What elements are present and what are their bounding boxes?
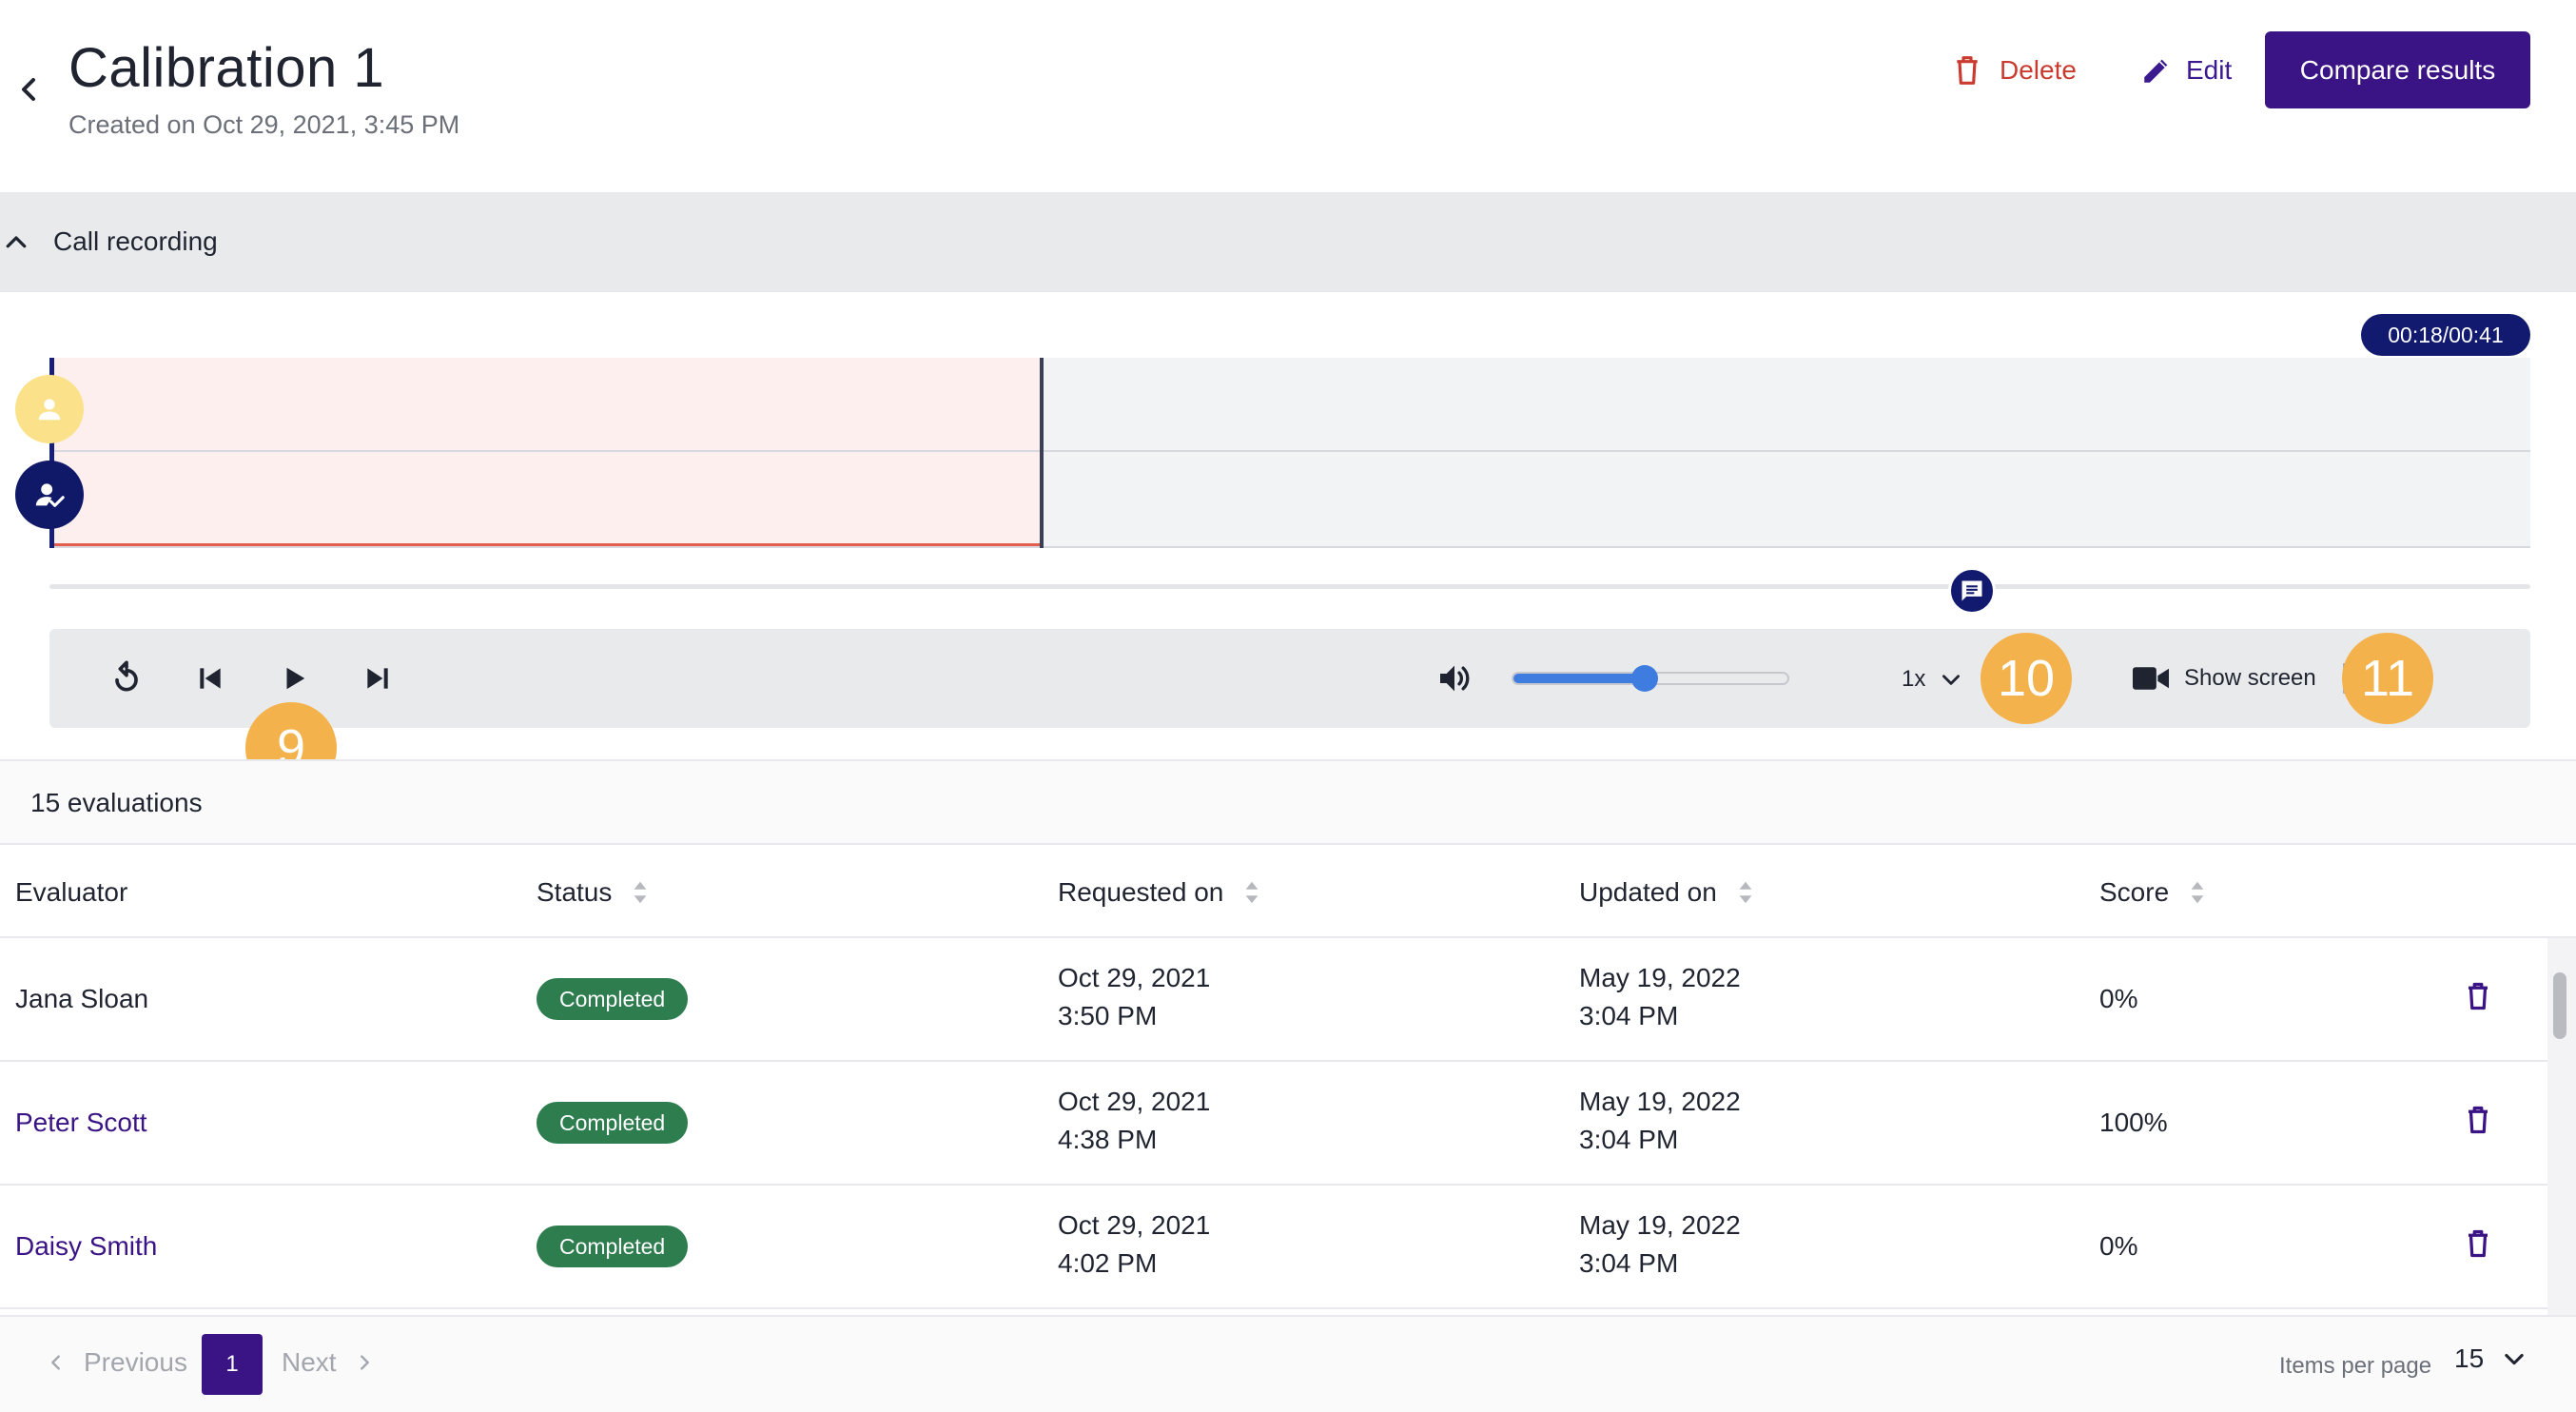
next-label: Next — [282, 1347, 337, 1377]
call-recording-section-header[interactable]: Call recording — [0, 192, 2576, 292]
sort-icon — [1245, 881, 1259, 904]
replay-button[interactable] — [103, 655, 150, 702]
requested-on: Oct 29, 2021 3:50 PM — [1058, 963, 1211, 1030]
waveform-played-region — [49, 358, 1043, 546]
created-date: Created on Oct 29, 2021, 3:45 PM — [68, 110, 460, 139]
evaluator-name[interactable]: Jana Sloan — [15, 980, 148, 1018]
back-button[interactable] — [10, 70, 48, 108]
waveform-channel-divider — [49, 450, 2530, 452]
section-title: Call recording — [53, 226, 218, 256]
show-screen-button[interactable]: Show screen — [2133, 657, 2316, 699]
table-header: Evaluator Status Requested on Updated on… — [0, 845, 2576, 938]
trash-icon — [2469, 1106, 2488, 1134]
pagination-bar: Previous 1 Next Items per page 15 — [0, 1315, 2576, 1412]
person-icon — [38, 399, 61, 421]
sort-icon — [2191, 881, 2204, 904]
sort-icon — [1739, 881, 1752, 904]
status-badge: Completed — [537, 1102, 689, 1144]
evaluations-count: 15 evaluations — [30, 788, 203, 817]
edit-button[interactable]: Edit — [2140, 46, 2232, 95]
waveform-baseline — [49, 546, 2530, 548]
evaluations-summary: 15 evaluations — [0, 759, 2576, 845]
volume-fill — [1513, 674, 1646, 683]
previous-page-button[interactable]: Previous — [46, 1347, 187, 1378]
play-button[interactable] — [270, 655, 318, 702]
column-header-score[interactable]: Score — [2099, 877, 2205, 908]
skip-next-icon — [367, 668, 388, 689]
delete-label: Delete — [2000, 55, 2077, 85]
table-row: Jana Sloan Completed Oct 29, 2021 3:50 PM… — [0, 938, 2576, 1062]
previous-label: Previous — [84, 1347, 187, 1377]
chevron-left-icon — [51, 1355, 60, 1370]
delete-evaluation-button[interactable] — [2464, 1227, 2502, 1267]
edit-label: Edit — [2186, 55, 2233, 85]
skip-next-button[interactable] — [354, 655, 401, 702]
person-check-icon — [35, 483, 65, 507]
table-scrollbar[interactable] — [2547, 938, 2576, 1315]
items-per-page-value: 15 — [2454, 1343, 2485, 1373]
status-badge: Completed — [537, 1226, 689, 1267]
comment-marker[interactable] — [1948, 567, 1996, 615]
next-page-button[interactable]: Next — [282, 1347, 375, 1378]
replay-icon — [115, 660, 138, 692]
playback-speed-select[interactable]: 1x — [1902, 660, 1963, 698]
skip-previous-icon — [200, 668, 221, 689]
trash-icon — [1957, 56, 1978, 85]
column-header-requested-on[interactable]: Requested on — [1058, 877, 1259, 908]
scrollbar-thumb[interactable] — [2553, 972, 2566, 1039]
score: 0% — [2099, 1231, 2138, 1261]
comment-icon — [1961, 580, 1982, 601]
items-per-page-select[interactable]: 15 — [2454, 1343, 2527, 1374]
delete-button[interactable]: Delete — [1952, 46, 2077, 95]
score: 100% — [2099, 1108, 2168, 1137]
evaluations-table: Evaluator Status Requested on Updated on… — [0, 845, 2576, 1309]
updated-on: May 19, 2022 3:04 PM — [1579, 1087, 1741, 1154]
compare-results-button[interactable]: Compare results — [2265, 31, 2530, 108]
volume-thumb[interactable] — [1631, 665, 1659, 692]
player-controls: 1x Show screen — [49, 629, 2530, 728]
status-badge: Completed — [537, 978, 689, 1020]
chevron-up-icon[interactable] — [2, 228, 30, 257]
page-number-button[interactable]: 1 — [202, 1334, 263, 1395]
play-icon — [286, 667, 305, 690]
trash-icon — [2469, 1229, 2488, 1258]
waveform[interactable] — [49, 358, 2530, 548]
customer-avatar — [15, 375, 84, 443]
column-header-status[interactable]: Status — [537, 877, 648, 908]
items-per-page-label: Items per page — [2279, 1353, 2432, 1379]
timeline-track[interactable] — [49, 584, 2530, 589]
evaluator-name[interactable]: Daisy Smith — [15, 1227, 157, 1265]
requested-on: Oct 29, 2021 4:38 PM — [1058, 1087, 1211, 1154]
delete-evaluation-button[interactable] — [2464, 1104, 2502, 1144]
requested-on: Oct 29, 2021 4:02 PM — [1058, 1210, 1211, 1278]
updated-on: May 19, 2022 3:04 PM — [1579, 1210, 1741, 1278]
skip-previous-button[interactable] — [186, 655, 234, 702]
table-row: Peter Scott Completed Oct 29, 2021 4:38 P… — [0, 1062, 2576, 1186]
pencil-icon — [2144, 59, 2168, 83]
callout-badge-11: 11 — [2342, 633, 2433, 724]
playhead[interactable] — [1040, 358, 1044, 548]
sort-icon — [634, 881, 647, 904]
chevron-down-icon — [1942, 675, 1961, 685]
evaluator-name[interactable]: Peter Scott — [15, 1104, 147, 1142]
column-header-evaluator[interactable]: Evaluator — [15, 877, 127, 908]
video-camera-icon — [2133, 667, 2169, 690]
speed-value: 1x — [1902, 666, 1926, 692]
volume-icon — [1440, 665, 1470, 692]
updated-on: May 19, 2022 3:04 PM — [1579, 963, 1741, 1030]
chevron-down-icon — [2505, 1353, 2524, 1365]
score: 0% — [2099, 984, 2138, 1013]
chevron-right-icon — [360, 1355, 369, 1370]
callout-badge-10: 10 — [1981, 633, 2072, 724]
delete-evaluation-button[interactable] — [2464, 980, 2502, 1020]
page-title: Calibration 1 — [68, 37, 385, 99]
playback-time-badge: 00:18/00:41 — [2361, 314, 2530, 356]
show-screen-label: Show screen — [2184, 665, 2316, 691]
volume-button[interactable] — [1431, 655, 1478, 702]
agent-avatar — [15, 461, 84, 529]
column-header-updated-on[interactable]: Updated on — [1579, 877, 1753, 908]
chevron-left-icon — [22, 78, 35, 101]
table-row: Daisy Smith Completed Oct 29, 2021 4:02 P… — [0, 1186, 2576, 1309]
trash-icon — [2469, 982, 2488, 1010]
